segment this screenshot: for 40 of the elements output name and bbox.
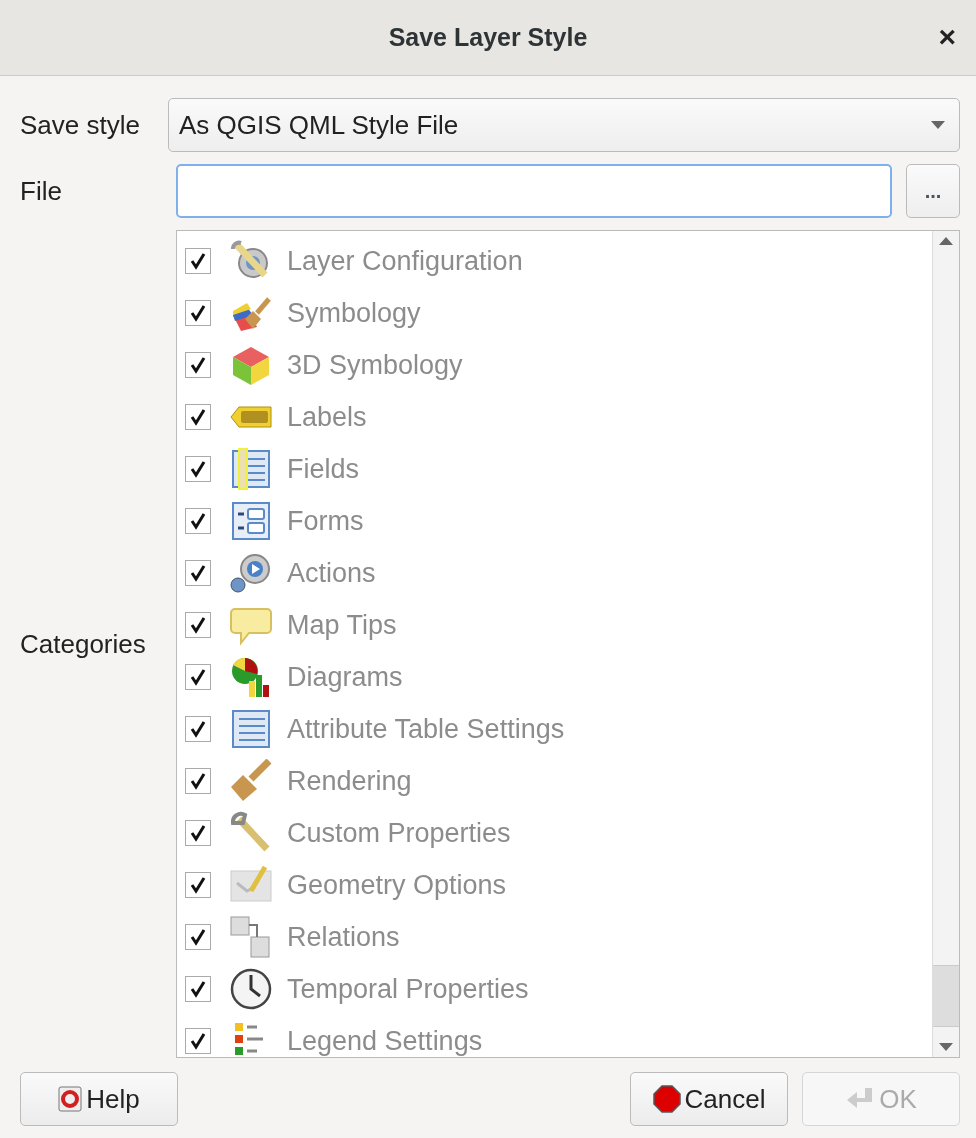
field-label: Save style bbox=[20, 109, 141, 141]
category-label: 3D Symbology bbox=[287, 349, 463, 381]
category-label: Custom Properties bbox=[287, 817, 511, 849]
scrollbar-thumb[interactable] bbox=[933, 965, 959, 1027]
clock-icon bbox=[229, 967, 273, 1011]
category-label: Layer Configuration bbox=[287, 245, 523, 277]
close-button[interactable]: × bbox=[938, 22, 956, 52]
category-label: Rendering bbox=[287, 765, 412, 797]
category-label: Forms bbox=[287, 505, 364, 537]
linked-tables-icon bbox=[229, 915, 273, 959]
form-icon bbox=[229, 499, 273, 543]
category-label: Geometry Options bbox=[287, 869, 507, 901]
field-label: Categories bbox=[20, 628, 147, 660]
scroll-down-icon[interactable] bbox=[939, 1043, 953, 1051]
field-label: File bbox=[20, 175, 63, 207]
category-label: Legend Settings bbox=[287, 1025, 483, 1057]
category-label: Map Tips bbox=[287, 609, 397, 641]
category-label: Relations bbox=[287, 921, 400, 953]
category-label: Diagrams bbox=[287, 661, 403, 693]
category-label: Attribute Table Settings bbox=[287, 713, 565, 745]
lifebuoy-icon bbox=[58, 1086, 83, 1112]
cancel-button[interactable]: Cancel bbox=[630, 1072, 788, 1126]
category-label: Fields bbox=[287, 453, 360, 485]
stop-sign-icon bbox=[652, 1085, 681, 1113]
gear-play-icon bbox=[229, 551, 273, 595]
scrollbar[interactable] bbox=[932, 231, 959, 1057]
file-path-field[interactable] bbox=[176, 164, 892, 218]
window-title: Save Layer Style bbox=[388, 23, 588, 52]
paintbrush-icon bbox=[229, 759, 273, 803]
table-column-icon bbox=[229, 447, 273, 491]
browse-button[interactable]: ... bbox=[906, 164, 960, 218]
category-label: Actions bbox=[287, 557, 376, 589]
category-label: Labels bbox=[287, 401, 367, 433]
category-label: Symbology bbox=[287, 297, 421, 329]
save-style-dropdown[interactable]: As QGIS QML Style File bbox=[168, 98, 960, 152]
category-label: Temporal Properties bbox=[287, 973, 529, 1005]
scroll-up-icon[interactable] bbox=[939, 237, 953, 245]
help-button[interactable]: Help bbox=[20, 1072, 178, 1126]
table-icon bbox=[229, 707, 273, 751]
caret-icon bbox=[931, 121, 945, 129]
